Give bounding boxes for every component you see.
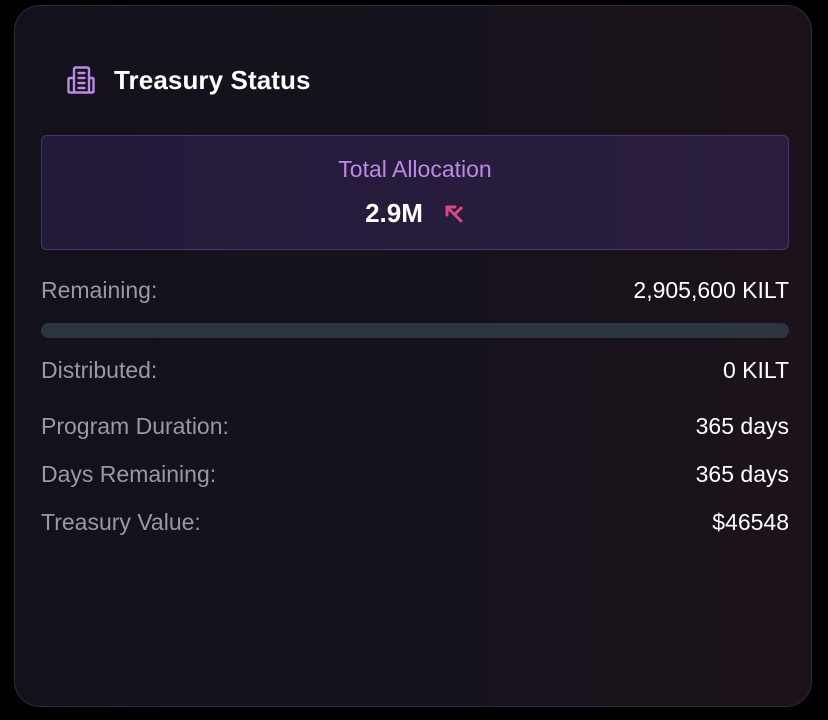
days-remaining-value: 365 days [695,461,789,487]
treasury-value-label: Treasury Value: [41,509,201,535]
days-remaining-row: Days Remaining: 365 days [41,461,789,488]
total-allocation-box: Total Allocation 2.9M [41,135,789,250]
card-title: Treasury Status [114,64,311,95]
kilt-icon [443,203,465,225]
building-icon [65,64,97,96]
remaining-row: Remaining: 2,905,600 KILT [41,277,789,304]
treasury-value-row: Treasury Value: $46548 [41,509,789,536]
distributed-row: Distributed: 0 KILT [41,357,789,384]
distributed-value: 0 KILT [722,357,789,383]
program-duration-row: Program Duration: 365 days [41,413,789,440]
total-allocation-label: Total Allocation [338,156,492,182]
total-allocation-value-row: 2.9M [42,198,788,229]
distributed-label: Distributed: [41,357,158,383]
card-header: Treasury Status [65,58,311,102]
program-duration-value: 365 days [695,413,789,439]
distribution-progress-bar [41,323,789,338]
remaining-value: 2,905,600 KILT [633,277,789,303]
treasury-value-value: $46548 [712,509,789,535]
treasury-status-card: Treasury Status Total Allocation 2.9M Re… [14,5,812,707]
program-duration-label: Program Duration: [41,413,229,439]
total-allocation-value: 2.9M [365,198,423,228]
days-remaining-label: Days Remaining: [41,461,217,487]
remaining-label: Remaining: [41,277,158,303]
